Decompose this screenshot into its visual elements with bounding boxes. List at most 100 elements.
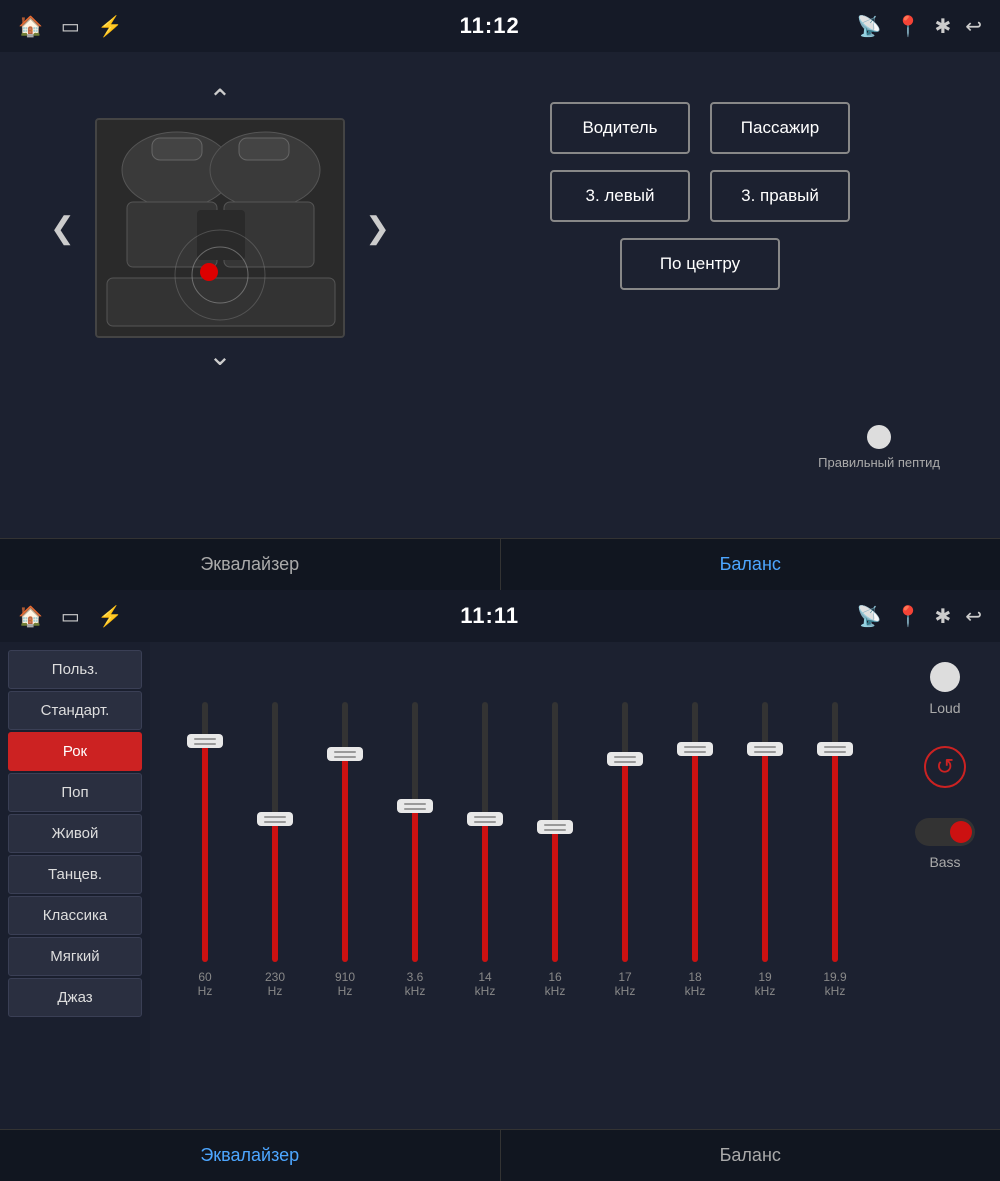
slider-thumb-8[interactable]	[747, 742, 783, 756]
slider-col-6: 17kHz	[599, 702, 651, 998]
slider-col-0: 60Hz	[179, 702, 231, 998]
slider-freq-2: 910Hz	[335, 970, 355, 998]
preset-btn-6[interactable]: Классика	[8, 896, 142, 935]
balance-indicator: Правильный пептид	[818, 425, 940, 470]
bass-toggle[interactable]	[915, 818, 975, 846]
slider-thumb-3[interactable]	[397, 799, 433, 813]
slider-freq-0: 60Hz	[198, 970, 213, 998]
slider-track-3[interactable]	[412, 702, 418, 962]
slider-track-4[interactable]	[482, 702, 488, 962]
slider-line-2	[474, 821, 496, 823]
slider-track-0[interactable]	[202, 702, 208, 962]
bluetooth-icon[interactable]: ✱	[934, 14, 951, 39]
slider-thumb-7[interactable]	[677, 742, 713, 756]
slider-col-5: 16kHz	[529, 702, 581, 998]
up-arrow[interactable]: ⌃	[208, 86, 231, 114]
slider-track-6[interactable]	[622, 702, 628, 962]
slider-freq-3: 3.6kHz	[405, 970, 426, 998]
tab-balance-bottom[interactable]: Баланс	[501, 1130, 1000, 1181]
cast-icon[interactable]: 📡	[857, 14, 882, 39]
loud-dot[interactable]	[930, 662, 960, 692]
slider-track-2[interactable]	[342, 702, 348, 962]
bottom-panel: 🏠 ▭ ⚡ 11:11 📡 📍 ✱ ↩ Польз.Стандарт.РокПо…	[0, 590, 1000, 1181]
bottom-status-bar: 🏠 ▭ ⚡ 11:11 📡 📍 ✱ ↩	[0, 590, 1000, 642]
bluetooth-icon-2[interactable]: ✱	[934, 604, 951, 629]
slider-line-2	[404, 808, 426, 810]
bass-label: Bass	[929, 854, 960, 870]
slider-col-9: 19.9kHz	[809, 702, 861, 998]
preset-btn-0[interactable]: Польз.	[8, 650, 142, 689]
location-icon[interactable]: 📍	[896, 14, 921, 39]
bottom-status-left: 🏠 ▭ ⚡	[18, 604, 123, 629]
preset-btn-7[interactable]: Мягкий	[8, 937, 142, 976]
preset-btn-1[interactable]: Стандарт.	[8, 691, 142, 730]
slider-thumb-0[interactable]	[187, 734, 223, 748]
tab-equalizer-top[interactable]: Эквалайзер	[0, 539, 501, 590]
preset-btn-5[interactable]: Танцев.	[8, 855, 142, 894]
car-section: ⌃ ❮	[40, 82, 400, 374]
screen-icon[interactable]: ▭	[61, 14, 80, 39]
usb-icon[interactable]: ⚡	[98, 14, 123, 39]
slider-line-1	[264, 816, 286, 818]
slider-thumb-6[interactable]	[607, 752, 643, 766]
cast-icon-2[interactable]: 📡	[857, 604, 882, 629]
down-arrow[interactable]: ⌄	[208, 342, 231, 370]
slider-track-1[interactable]	[272, 702, 278, 962]
car-interior-svg	[97, 120, 343, 336]
slider-track-8[interactable]	[762, 702, 768, 962]
passenger-btn[interactable]: Пассажир	[710, 102, 850, 154]
home-icon[interactable]: 🏠	[18, 14, 43, 39]
slider-track-5[interactable]	[552, 702, 558, 962]
slider-freq-4: 14kHz	[475, 970, 496, 998]
slider-track-7[interactable]	[692, 702, 698, 962]
zone-row-top: Водитель Пассажир	[550, 102, 850, 154]
preset-btn-3[interactable]: Поп	[8, 773, 142, 812]
slider-track-9[interactable]	[832, 702, 838, 962]
screen-icon-2[interactable]: ▭	[61, 604, 80, 629]
slider-col-2: 910Hz	[319, 702, 371, 998]
slider-freq-6: 17kHz	[615, 970, 636, 998]
back-icon-2[interactable]: ↩	[965, 604, 982, 629]
zone-row-bot: По центру	[620, 238, 780, 290]
right-arrow[interactable]: ❯	[355, 201, 400, 256]
slider-col-7: 18kHz	[669, 702, 721, 998]
tab-balance-top[interactable]: Баланс	[501, 539, 1000, 590]
slider-freq-9: 19.9kHz	[823, 970, 846, 998]
balance-dot[interactable]	[867, 425, 891, 449]
back-icon[interactable]: ↩	[965, 14, 982, 39]
usb-icon-2[interactable]: ⚡	[98, 604, 123, 629]
slider-line-1	[334, 751, 356, 753]
preset-btn-8[interactable]: Джаз	[8, 978, 142, 1017]
left-arrow[interactable]: ❮	[40, 201, 85, 256]
tab-equalizer-bottom[interactable]: Эквалайзер	[0, 1130, 501, 1181]
slider-freq-8: 19kHz	[755, 970, 776, 998]
slider-thumb-9[interactable]	[817, 742, 853, 756]
slider-thumb-5[interactable]	[537, 820, 573, 834]
bass-toggle-knob	[950, 821, 972, 843]
slider-line-1	[754, 746, 776, 748]
slider-thumb-4[interactable]	[467, 812, 503, 826]
eq-right-controls: Loud ↺ Bass	[890, 642, 1000, 1132]
slider-line-2	[544, 829, 566, 831]
slider-freq-1: 230Hz	[265, 970, 285, 998]
top-panel: 🏠 ▭ ⚡ 11:12 📡 📍 ✱ ↩ ⌃ ❮	[0, 0, 1000, 590]
reset-button[interactable]: ↺	[924, 746, 966, 788]
top-status-bar: 🏠 ▭ ⚡ 11:12 📡 📍 ✱ ↩	[0, 0, 1000, 52]
center-btn[interactable]: По центру	[620, 238, 780, 290]
slider-line-1	[474, 816, 496, 818]
preset-btn-2[interactable]: Рок	[8, 732, 142, 771]
slider-col-1: 230Hz	[249, 702, 301, 998]
top-tab-bar: Эквалайзер Баланс	[0, 538, 1000, 590]
preset-btn-4[interactable]: Живой	[8, 814, 142, 853]
rear-left-btn[interactable]: 3. левый	[550, 170, 690, 222]
sliders-area: 60Hz 230Hz 910Hz	[150, 642, 890, 1132]
home-icon-2[interactable]: 🏠	[18, 604, 43, 629]
rear-right-btn[interactable]: 3. правый	[710, 170, 850, 222]
bottom-time: 11:11	[460, 603, 519, 629]
slider-thumb-2[interactable]	[327, 747, 363, 761]
location-icon-2[interactable]: 📍	[896, 604, 921, 629]
slider-line-1	[544, 824, 566, 826]
sliders-container: 60Hz 230Hz 910Hz	[170, 658, 870, 998]
driver-btn[interactable]: Водитель	[550, 102, 690, 154]
slider-thumb-1[interactable]	[257, 812, 293, 826]
